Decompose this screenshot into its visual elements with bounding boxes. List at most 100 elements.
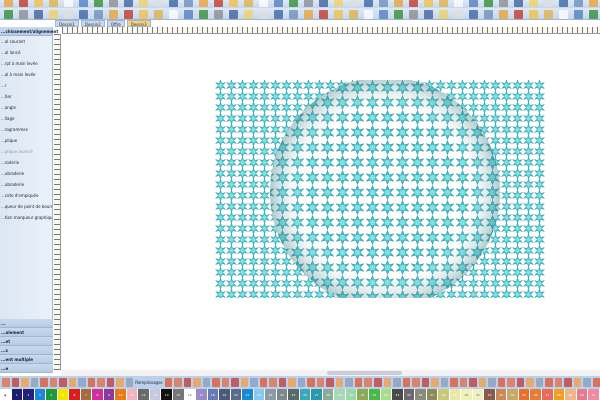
stitch-type-icon[interactable] xyxy=(259,378,268,387)
toolbar-button-icon[interactable] xyxy=(499,10,508,19)
color-swatch[interactable]: 17 xyxy=(196,389,208,400)
toolbar-button-icon[interactable] xyxy=(379,0,388,7)
stitch-type-icon[interactable] xyxy=(288,378,296,387)
toolbar-button-icon[interactable] xyxy=(229,10,238,19)
sidebar-section[interactable]: ...alement xyxy=(0,328,53,337)
toolbar-button-icon[interactable] xyxy=(4,10,13,19)
toolbar-button-icon[interactable] xyxy=(154,0,163,7)
tab-document-active[interactable]: Dessin3 xyxy=(126,20,151,27)
stitch-type-icon[interactable] xyxy=(354,378,363,387)
sidebar-item[interactable]: ...roderie xyxy=(0,157,52,168)
stitch-type-icon[interactable] xyxy=(221,378,230,387)
sidebar-section[interactable]: ...et xyxy=(0,337,53,346)
toolbar-button-icon[interactable] xyxy=(529,0,538,7)
color-swatch[interactable]: 2 xyxy=(23,389,35,400)
toolbar-button-icon[interactable] xyxy=(439,10,448,19)
color-swatch[interactable]: 46 xyxy=(530,389,542,400)
sidebar-item[interactable]: ...angle xyxy=(0,102,52,113)
toolbar-button-icon[interactable] xyxy=(244,0,253,7)
color-swatch[interactable]: 27 xyxy=(311,389,323,400)
toolbar-button-icon[interactable] xyxy=(34,0,43,7)
color-swatch[interactable]: 21 xyxy=(242,389,254,400)
stitch-type-icon[interactable] xyxy=(193,378,201,387)
toolbar-button-icon[interactable] xyxy=(319,10,328,19)
color-swatch[interactable]: 25 xyxy=(288,389,300,400)
tab-document[interactable]: Dessin1 xyxy=(55,20,79,27)
toolbar-button-icon[interactable] xyxy=(589,0,598,7)
stitch-type-icon[interactable] xyxy=(250,378,258,387)
toolbar-button-icon[interactable] xyxy=(349,10,358,19)
toolbar-button-icon[interactable] xyxy=(439,0,448,7)
color-swatch[interactable]: 15 xyxy=(172,389,185,400)
toolbar-button-icon[interactable] xyxy=(49,0,58,7)
color-swatch[interactable]: 39 xyxy=(449,389,462,400)
sidebar-item[interactable]: ...al courant xyxy=(0,36,52,47)
stitch-type-icon[interactable] xyxy=(40,378,48,387)
color-swatch[interactable]: 34 xyxy=(392,389,404,400)
color-swatch[interactable]: 19 xyxy=(219,389,231,400)
stitch-type-icon[interactable] xyxy=(174,378,182,387)
color-swatch[interactable]: 49 xyxy=(565,389,577,400)
color-swatch[interactable]: 10 xyxy=(115,389,127,400)
stitch-type-icon[interactable] xyxy=(164,378,173,387)
color-swatch[interactable]: 37 xyxy=(426,389,439,400)
sidebar-item[interactable]: ...r xyxy=(0,80,52,91)
color-swatch[interactable]: 18 xyxy=(207,389,220,400)
stitch-type-icon[interactable] xyxy=(97,378,105,387)
stitch-type-icon[interactable] xyxy=(516,378,525,387)
toolbar-button-icon[interactable] xyxy=(319,0,328,7)
toolbar-button-icon[interactable] xyxy=(274,0,283,7)
stitch-type-icon[interactable] xyxy=(364,378,372,387)
sidebar-item[interactable]: ...ubroderie xyxy=(0,179,52,190)
toolbar-button-icon[interactable] xyxy=(454,0,463,7)
color-swatch[interactable]: 16 xyxy=(184,389,197,400)
stitch-type-icon[interactable] xyxy=(30,378,39,387)
color-swatch[interactable]: 42 xyxy=(484,389,496,400)
color-swatch[interactable]: 13 xyxy=(149,389,162,400)
stitch-type-icon[interactable] xyxy=(497,378,506,387)
sidebar-item[interactable]: ...rpt à main levée xyxy=(0,58,52,69)
sidebar-section[interactable]: ... xyxy=(0,319,53,328)
toolbar-button-icon[interactable] xyxy=(409,0,418,7)
embroidery-design[interactable] xyxy=(215,80,545,298)
sidebar-item[interactable]: ...cote d'empiquée xyxy=(0,190,52,201)
color-swatch[interactable]: 20 xyxy=(230,389,243,400)
stitch-type-icon[interactable] xyxy=(231,378,239,387)
stitch-type-icon[interactable] xyxy=(68,378,77,387)
color-swatch[interactable]: 31 xyxy=(357,389,369,400)
toolbar-button-icon[interactable] xyxy=(484,10,493,19)
stitch-type-icon[interactable] xyxy=(183,378,192,387)
color-swatch[interactable]: 36 xyxy=(415,389,427,400)
stitch-type-icon[interactable] xyxy=(21,378,29,387)
color-swatch[interactable]: 23 xyxy=(265,389,277,400)
toolbar-button-icon[interactable] xyxy=(349,0,358,7)
design-canvas[interactable] xyxy=(62,35,600,370)
toolbar-button-icon[interactable] xyxy=(559,10,568,19)
toolbar-button-icon[interactable] xyxy=(274,10,283,19)
stitch-type-icon[interactable] xyxy=(535,378,544,387)
sidebar-item[interactable]: ...plique avancé xyxy=(0,146,52,157)
stitch-type-icon[interactable] xyxy=(212,378,220,387)
sidebar-section[interactable]: ...ent multiple xyxy=(0,355,53,364)
toolbar-button-icon[interactable] xyxy=(424,10,433,19)
stitch-type-icon[interactable] xyxy=(545,378,553,387)
stitch-type-icon[interactable] xyxy=(116,378,124,387)
toolbar-button-icon[interactable] xyxy=(334,10,343,19)
color-swatch[interactable]: 12 xyxy=(138,389,150,400)
sidebar-item[interactable]: ...rogrammes xyxy=(0,124,52,135)
stitch-type-icon[interactable] xyxy=(592,378,600,387)
stitch-type-icon[interactable] xyxy=(326,378,334,387)
toolbar-button-icon[interactable] xyxy=(544,0,553,7)
stitch-type-icon[interactable] xyxy=(2,378,10,387)
color-swatch[interactable]: 24 xyxy=(276,389,289,400)
color-swatch[interactable]: 45 xyxy=(518,389,531,400)
stitch-type-icon[interactable] xyxy=(345,378,353,387)
color-swatch[interactable]: 11 xyxy=(126,389,139,400)
stitch-type-icon[interactable] xyxy=(49,378,58,387)
color-swatch[interactable]: 43 xyxy=(495,389,508,400)
color-swatch[interactable]: 5 xyxy=(57,389,70,400)
toolbar-button-icon[interactable] xyxy=(64,0,73,7)
toolbar-button-icon[interactable] xyxy=(229,0,238,7)
sidebar-item[interactable]: ...plique xyxy=(0,135,52,146)
toolbar-button-icon[interactable] xyxy=(214,0,223,7)
